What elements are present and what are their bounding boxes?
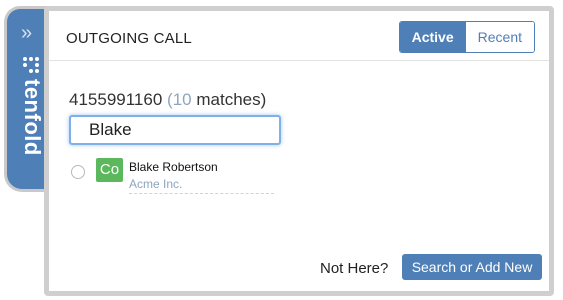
brand-name: tenfold [20,79,45,156]
search-or-add-new-button[interactable]: Search or Add New [402,254,542,280]
not-here-label: Not Here? [320,260,389,277]
call-panel: OUTGOING CALL Active Recent 4155991160 (… [44,6,554,296]
list-item[interactable]: Co Blake Robertson Acme Inc. [71,158,281,194]
tenfold-widget: » tenfold OUTGOING CALL Active Recent 41… [0,0,563,300]
result-radio[interactable] [71,165,85,179]
tab-group: Active Recent [398,21,535,53]
search-input[interactable] [69,115,281,145]
match-label: matches) [196,90,267,109]
phone-number: 4155991160 [69,90,163,109]
contact-name[interactable]: Blake Robertson [129,160,218,174]
tab-active[interactable]: Active [399,22,466,52]
page-title: OUTGOING CALL [66,30,192,47]
contact-company[interactable]: Acme Inc. [129,177,182,191]
match-count: (10 [167,90,192,109]
call-number-line: 4155991160 (10 matches) [69,90,266,110]
double-chevron-right-icon[interactable]: » [21,23,32,43]
panel-header: OUTGOING CALL Active Recent [49,11,549,61]
tab-recent[interactable]: Recent [465,22,534,52]
contact-type-badge: Co [96,158,123,182]
tenfold-logo-icon [23,57,39,73]
result-divider [129,193,274,194]
